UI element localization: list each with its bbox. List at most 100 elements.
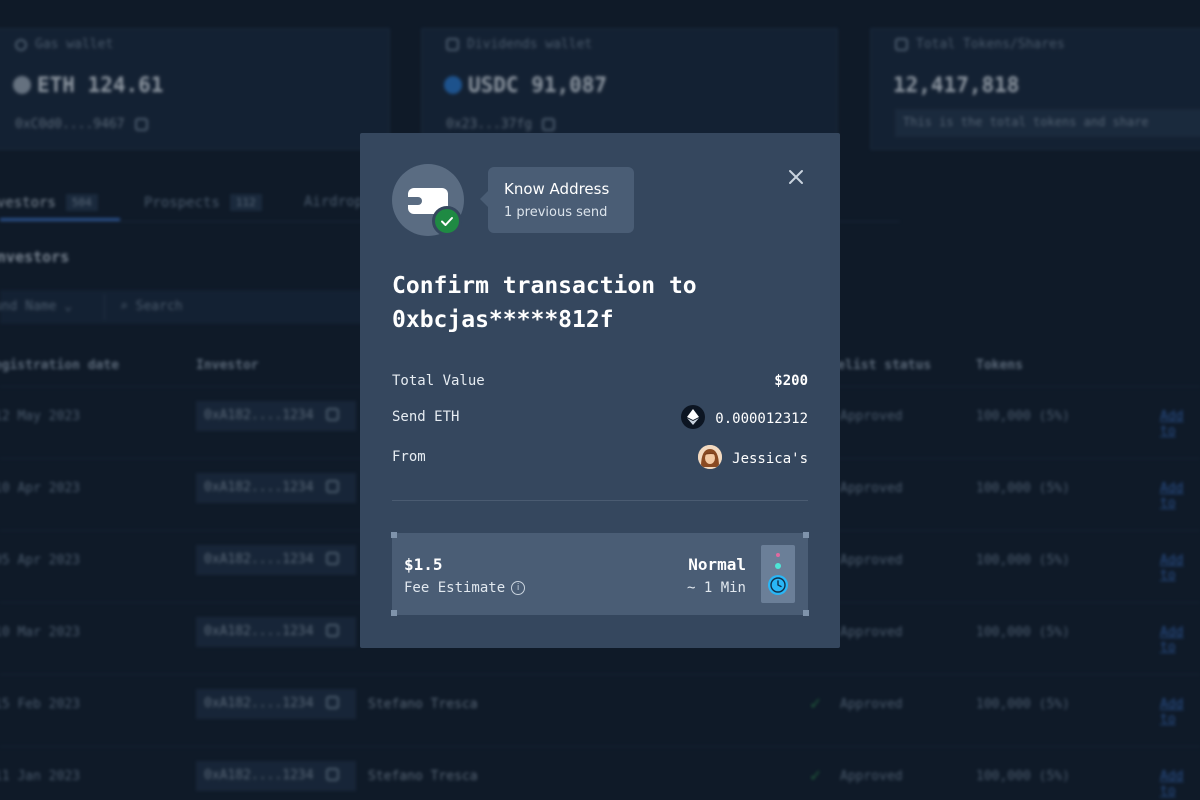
eth-coin-icon bbox=[13, 76, 31, 94]
add-link[interactable]: Add to bbox=[1160, 625, 1200, 655]
speed-selector[interactable] bbox=[761, 545, 795, 603]
from-row: From Jessica's bbox=[392, 445, 808, 471]
investor-address: 0xA182....1234 bbox=[196, 401, 356, 431]
filter-bar: Fund Name ⌄ ⌕ Search bbox=[0, 290, 380, 324]
tab-count-badge: 504 bbox=[65, 194, 98, 211]
send-eth-row: Send ETH 0.000012312 bbox=[392, 405, 808, 431]
copy-icon[interactable] bbox=[325, 408, 339, 421]
approved-check-icon: ✓ bbox=[810, 765, 821, 786]
info-icon[interactable]: i bbox=[511, 581, 526, 595]
section-title: Investors bbox=[0, 248, 70, 266]
total-tokens-card: Total Tokens/Shares 12,417,818 This is t… bbox=[870, 28, 1200, 150]
known-address-title: Know Address bbox=[504, 180, 610, 198]
approved-check-icon: ✓ bbox=[810, 693, 821, 714]
verified-check-icon bbox=[432, 206, 462, 236]
total-value-label: Total Value bbox=[392, 373, 485, 389]
table-row: 11 Jan 2023 0xA182....1234 Stefano Tresca ✓… bbox=[0, 746, 1200, 800]
tab-prospects[interactable]: Prospects 112 bbox=[144, 194, 262, 211]
usdc-coin-icon bbox=[444, 76, 462, 94]
ethereum-icon bbox=[681, 405, 706, 429]
investor-address: 0xA182....1234 bbox=[196, 617, 356, 647]
close-button[interactable] bbox=[784, 165, 808, 189]
registration-date: 10 Apr 2023 bbox=[0, 481, 81, 496]
total-value-amount: $200 bbox=[774, 373, 808, 389]
add-link[interactable]: Add to bbox=[1160, 481, 1200, 511]
total-tokens-label: Total Tokens/Shares bbox=[895, 37, 1065, 52]
total-tokens-value: 12,417,818 bbox=[893, 73, 1020, 97]
investor-name: Stefano Tresca bbox=[368, 697, 478, 712]
dividends-wallet-label: Dividends wallet bbox=[446, 37, 592, 52]
dividends-wallet-balance: USDC 91,087 bbox=[444, 73, 607, 97]
total-tokens-description: This is the total tokens and share bbox=[895, 109, 1200, 137]
gas-icon bbox=[15, 38, 27, 51]
registration-date: 15 Feb 2023 bbox=[0, 697, 81, 712]
filter-divider bbox=[104, 294, 105, 320]
search-icon: ⌕ bbox=[120, 299, 128, 314]
token-amount: 100,000 (5%) bbox=[976, 625, 1070, 640]
investor-name: Stefano Tresca bbox=[368, 769, 478, 784]
user-avatar bbox=[698, 445, 723, 469]
clock-icon bbox=[768, 575, 788, 595]
add-link[interactable]: Add to bbox=[1160, 553, 1200, 583]
gas-wallet-address: 0xC0d0....9467 bbox=[15, 117, 148, 132]
slow-dot bbox=[776, 553, 780, 557]
token-amount: 100,000 (5%) bbox=[976, 553, 1070, 568]
whitelist-status: Approved bbox=[840, 769, 903, 784]
copy-icon[interactable] bbox=[325, 624, 339, 637]
search-input[interactable]: ⌕ Search bbox=[120, 299, 183, 314]
copy-icon[interactable] bbox=[325, 480, 339, 493]
add-link[interactable]: Add to bbox=[1160, 409, 1200, 439]
fee-estimate-label: Fee Estimate i bbox=[404, 580, 526, 596]
total-value-row: Total Value $200 bbox=[392, 369, 808, 395]
divider bbox=[392, 500, 808, 501]
whitelist-status: Approved bbox=[840, 553, 903, 568]
whitelist-status: Approved bbox=[840, 697, 903, 712]
tab-investors[interactable]: Investors 504 bbox=[0, 194, 98, 211]
fee-eta: ~ 1 Min bbox=[686, 580, 746, 596]
fee-estimate-panel[interactable]: $1.5 Fee Estimate i Normal ~ 1 Min bbox=[391, 532, 809, 616]
whitelist-status: Approved bbox=[840, 481, 903, 496]
fee-speed: Normal bbox=[688, 555, 746, 574]
known-address-tooltip: Know Address 1 previous send bbox=[480, 167, 634, 233]
copy-icon[interactable] bbox=[325, 552, 339, 565]
header-investor[interactable]: Investor bbox=[196, 358, 259, 373]
registration-date: 05 Apr 2023 bbox=[0, 553, 81, 568]
add-link[interactable]: Add to bbox=[1160, 697, 1200, 727]
add-link[interactable]: Add to bbox=[1160, 769, 1200, 799]
gas-wallet-card: Gas wallet ETH 124.61 0xC0d0....9467 bbox=[0, 28, 390, 150]
investor-address: 0xA182....1234 bbox=[196, 689, 356, 719]
send-eth-amount: 0.000012312 bbox=[681, 405, 808, 429]
from-label: From bbox=[392, 449, 426, 465]
token-amount: 100,000 (5%) bbox=[976, 481, 1070, 496]
copy-icon[interactable] bbox=[325, 768, 339, 781]
wallet-avatar bbox=[392, 164, 464, 236]
dividends-wallet-card: Dividends wallet USDC 91,087 0x23...37fg bbox=[421, 28, 838, 150]
whitelist-status: Approved bbox=[840, 409, 903, 424]
investor-address: 0xA182....1234 bbox=[196, 761, 356, 791]
token-amount: 100,000 (5%) bbox=[976, 769, 1070, 784]
tab-count-badge: 112 bbox=[229, 194, 262, 211]
copy-icon[interactable] bbox=[542, 118, 556, 131]
close-icon bbox=[789, 170, 803, 184]
fund-name-dropdown[interactable]: Fund Name ⌄ bbox=[0, 299, 72, 314]
header-tokens[interactable]: Tokens bbox=[976, 358, 1023, 373]
investor-address: 0xA182....1234 bbox=[196, 473, 356, 503]
previous-send-count: 1 previous send bbox=[504, 205, 608, 220]
gas-wallet-balance: ETH 124.61 bbox=[13, 73, 163, 97]
tab-airdrop[interactable]: Airdrop bbox=[304, 194, 363, 210]
modal-title: Confirm transaction to 0xbcjas*****812f bbox=[392, 269, 812, 337]
header-registration-date[interactable]: Registration date bbox=[0, 358, 119, 373]
active-tab-indicator bbox=[0, 218, 120, 221]
copy-icon[interactable] bbox=[134, 118, 148, 131]
wallet-icon bbox=[446, 38, 459, 51]
registration-date: 12 May 2023 bbox=[0, 409, 81, 424]
registration-date: 10 Mar 2023 bbox=[0, 625, 81, 640]
fee-amount: $1.5 bbox=[404, 555, 443, 574]
from-account[interactable]: Jessica's bbox=[698, 445, 808, 469]
normal-dot bbox=[775, 563, 781, 569]
gas-wallet-label: Gas wallet bbox=[15, 37, 113, 52]
table-row: 15 Feb 2023 0xA182....1234 Stefano Tresca ✓… bbox=[0, 674, 1200, 746]
whitelist-status: Approved bbox=[840, 625, 903, 640]
dividends-wallet-address: 0x23...37fg bbox=[446, 117, 556, 132]
copy-icon[interactable] bbox=[325, 696, 339, 709]
